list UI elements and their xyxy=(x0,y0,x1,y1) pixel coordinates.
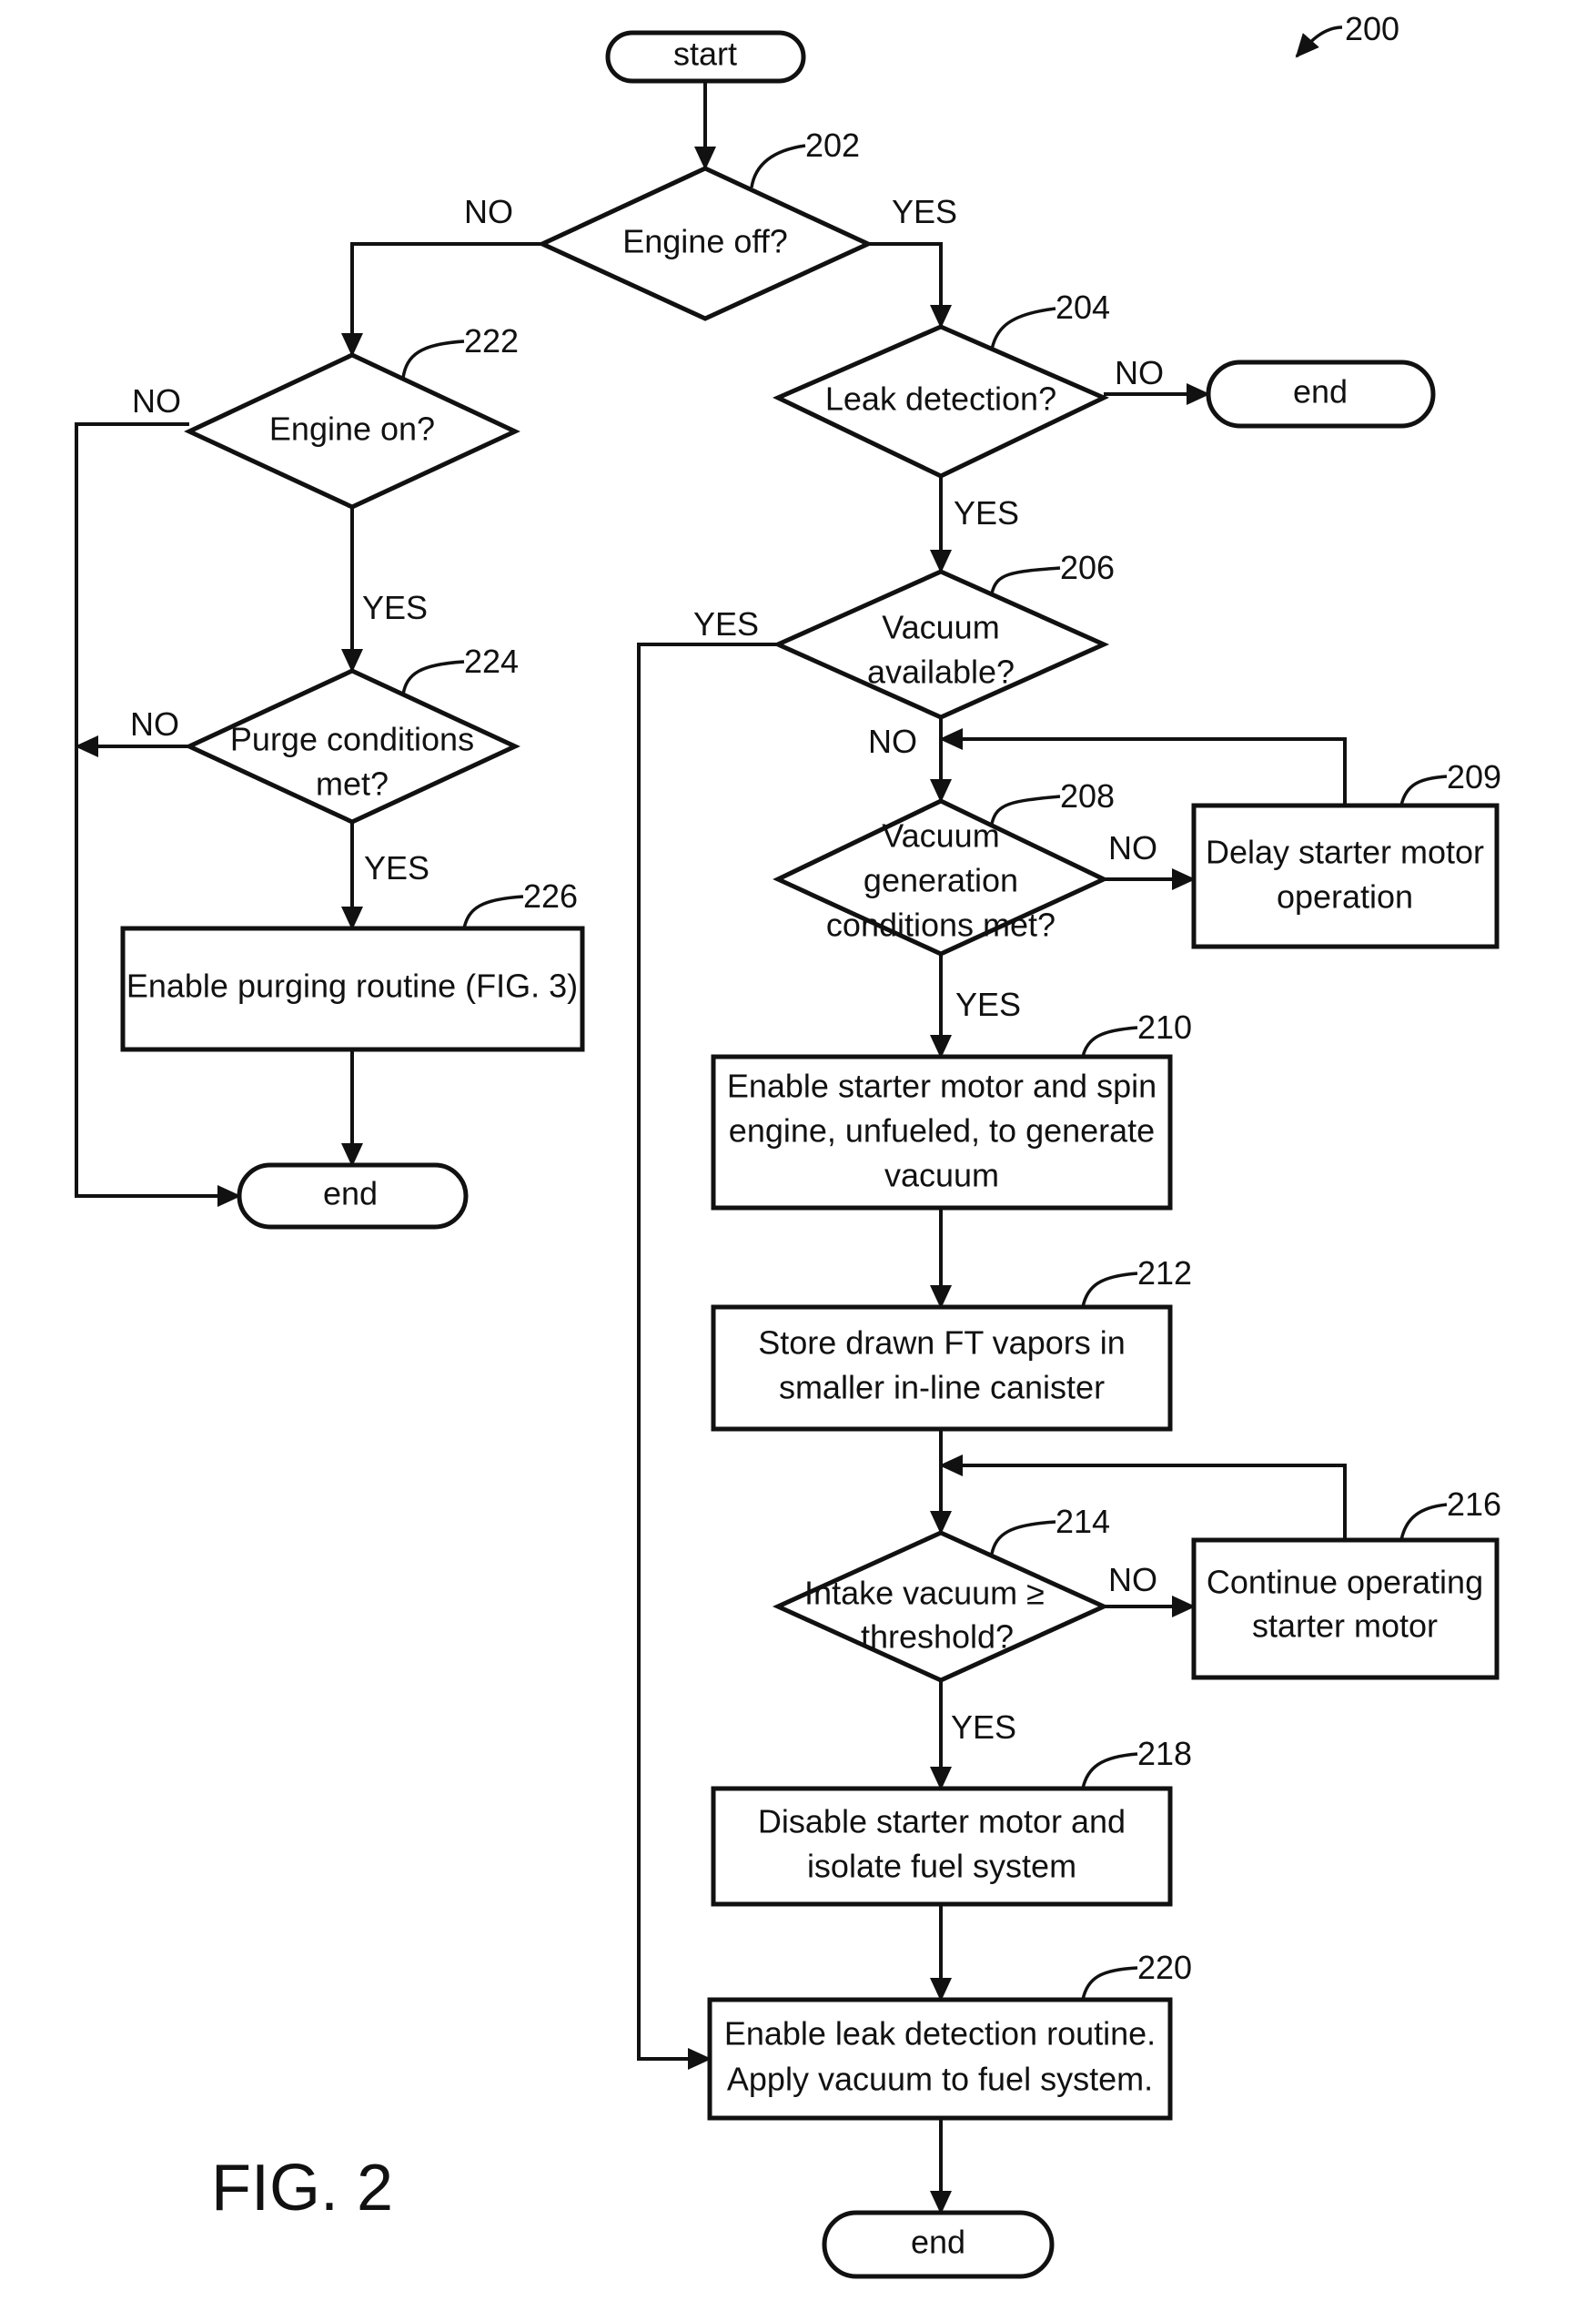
ref-202: 202 xyxy=(805,127,860,164)
decision-214-label-line2: threshold? xyxy=(861,1618,1014,1656)
label-202-yes: YES xyxy=(892,193,957,230)
label-204-yes: YES xyxy=(954,494,1019,532)
end-left-label: end xyxy=(323,1175,378,1212)
node-shapes xyxy=(120,30,1500,2279)
decision-208-label-line2: generation xyxy=(864,862,1018,899)
decision-214-label-line1: Intake vacuum ≥ xyxy=(804,1575,1045,1612)
ref-200: 200 xyxy=(1345,10,1399,47)
start-label: start xyxy=(673,35,737,73)
decision-208-label-line1: Vacuum xyxy=(882,817,999,855)
process-226-label: Enable purging routine (FIG. 3) xyxy=(126,968,578,1005)
process-212-label-line1: Store drawn FT vapors in xyxy=(758,1324,1126,1362)
decision-224-label-line2: met? xyxy=(316,765,389,803)
decision-208-label-line3: conditions met? xyxy=(826,907,1056,944)
process-220-label-line2: Apply vacuum to fuel system. xyxy=(727,2061,1153,2098)
end-bottom-label: end xyxy=(911,2224,965,2261)
process-216-label-line2: starter motor xyxy=(1252,1607,1438,1645)
label-224-yes: YES xyxy=(364,849,429,887)
label-222-yes: YES xyxy=(362,589,428,626)
edge-209-loop-back xyxy=(939,728,1347,806)
decision-206-label-line1: Vacuum xyxy=(882,609,999,646)
edge-222-no-to-end-left xyxy=(75,422,241,1207)
label-222-no: NO xyxy=(132,382,181,420)
ref-224: 224 xyxy=(464,643,519,680)
label-202-no: NO xyxy=(464,193,513,230)
ref-204: 204 xyxy=(1056,289,1110,326)
decision-202-label: Engine off? xyxy=(622,223,788,260)
ref-222: 222 xyxy=(464,322,519,360)
ref-212: 212 xyxy=(1137,1254,1192,1292)
process-220-label-line1: Enable leak detection routine. xyxy=(724,2015,1156,2052)
process-209-delay-starter xyxy=(1191,803,1500,949)
ref-220: 220 xyxy=(1137,1949,1192,1986)
figure-caption: FIG. 2 xyxy=(211,2152,393,2225)
label-208-yes: YES xyxy=(955,986,1021,1023)
edge-202-yes-to-204 xyxy=(868,242,952,329)
process-218-label-line2: isolate fuel system xyxy=(807,1848,1076,1885)
label-204-no: NO xyxy=(1115,354,1164,391)
ref-206: 206 xyxy=(1060,549,1115,586)
flowchart-diagram: start Engine off? Leak detection? end Va… xyxy=(75,10,1501,2279)
label-214-yes: YES xyxy=(951,1708,1016,1746)
process-212-label-line2: smaller in-line canister xyxy=(779,1369,1105,1406)
end-right-label: end xyxy=(1293,373,1348,410)
decision-222-label: Engine on? xyxy=(269,410,435,448)
label-206-no: NO xyxy=(868,723,917,760)
ref-208: 208 xyxy=(1060,777,1115,815)
label-208-no: NO xyxy=(1108,829,1157,867)
process-209-label-line1: Delay starter motor xyxy=(1206,834,1484,871)
label-224-no: NO xyxy=(130,705,179,743)
figure-200-pointer-arrow xyxy=(1295,25,1343,58)
ref-209: 209 xyxy=(1447,758,1501,796)
process-209-label-line2: operation xyxy=(1277,878,1413,916)
flowchart-canvas: start Engine off? Leak detection? end Va… xyxy=(0,0,1596,2321)
ref-216: 216 xyxy=(1447,1485,1501,1523)
ref-210: 210 xyxy=(1137,1008,1192,1046)
process-210-label-line2: engine, unfueled, to generate xyxy=(729,1112,1155,1150)
decision-204-label: Leak detection? xyxy=(825,380,1056,418)
ref-226: 226 xyxy=(523,877,578,915)
ref-214: 214 xyxy=(1056,1503,1110,1540)
process-210-label-line1: Enable starter motor and spin xyxy=(727,1068,1157,1105)
decision-224-label-line1: Purge conditions xyxy=(230,721,474,758)
label-214-no: NO xyxy=(1108,1561,1157,1598)
decision-206-label-line2: available? xyxy=(867,654,1015,691)
label-206-yes: YES xyxy=(693,605,759,643)
process-210-label-line3: vacuum xyxy=(884,1157,999,1194)
process-218-label-line1: Disable starter motor and xyxy=(758,1803,1126,1840)
process-216-label-line1: Continue operating xyxy=(1207,1564,1483,1601)
edge-216-loop-back xyxy=(939,1454,1347,1540)
ref-218: 218 xyxy=(1137,1735,1192,1772)
